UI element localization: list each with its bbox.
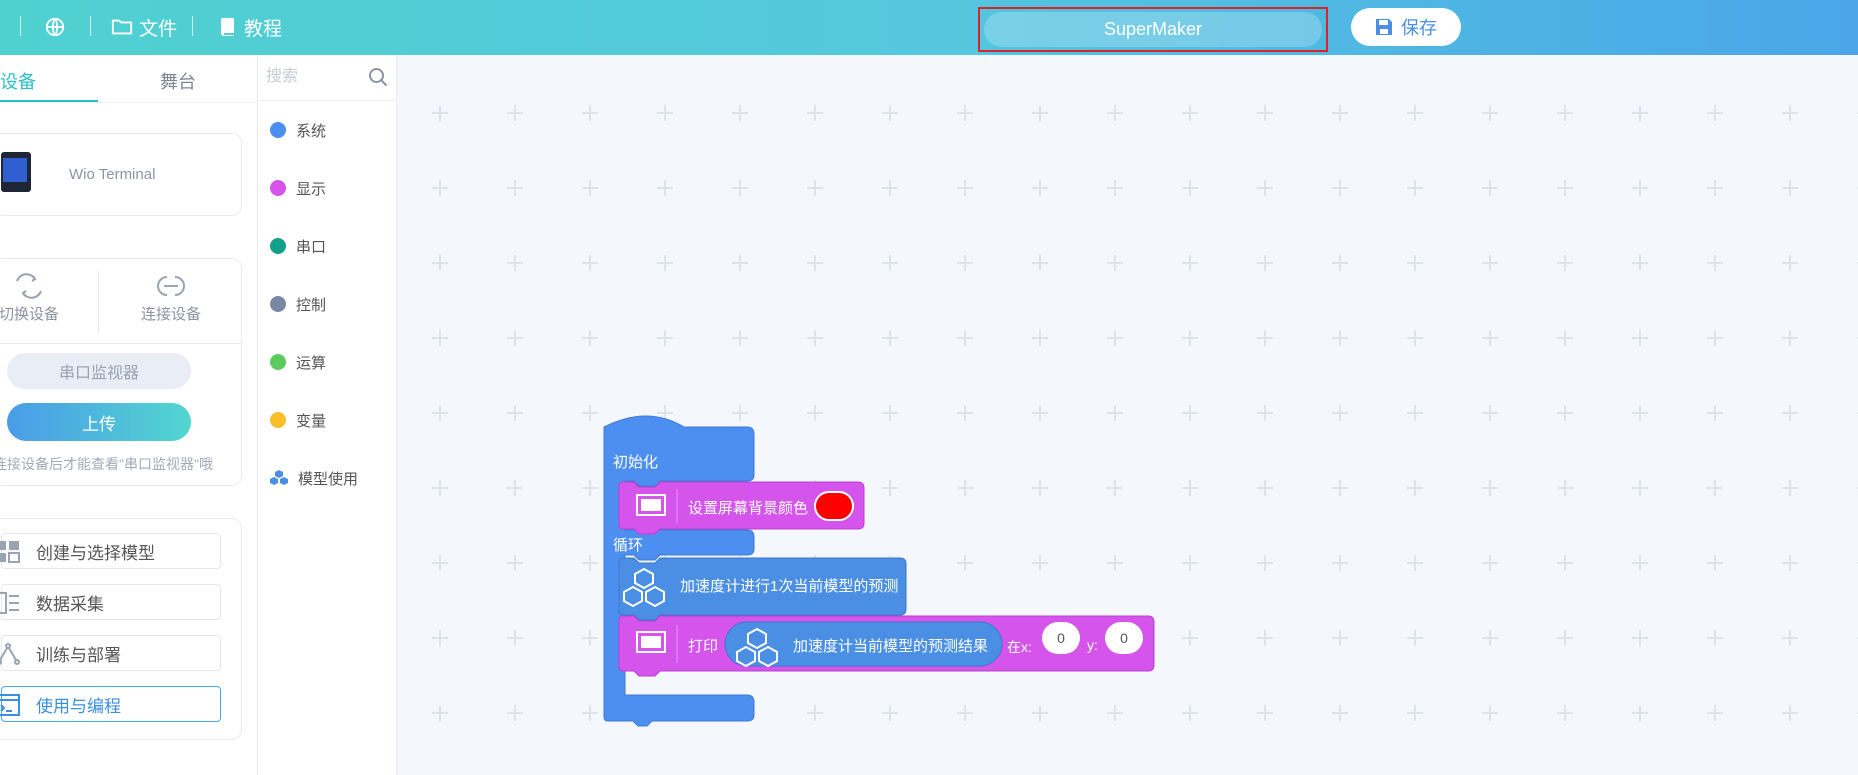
- cubes-icon: [270, 470, 288, 485]
- separator: [192, 16, 193, 36]
- language-button[interactable]: [44, 14, 72, 40]
- project-name-frame: SuperMaker: [978, 7, 1328, 52]
- search-icon[interactable]: [368, 67, 388, 87]
- category-color-dot: [270, 180, 286, 196]
- tab-device[interactable]: 设备: [0, 68, 36, 94]
- connect-device-label: 连接设备: [140, 306, 201, 323]
- set-background-color-label: 设置屏幕背景颜色: [688, 500, 809, 517]
- serial-monitor-button[interactable]: 串口监视器: [7, 353, 191, 389]
- data-icon: [0, 592, 19, 614]
- category-label: 运算: [296, 354, 327, 372]
- divider: [0, 343, 243, 344]
- save-button[interactable]: 保存: [1351, 8, 1461, 46]
- category-color-dot: [270, 412, 286, 428]
- upload-button[interactable]: 上传: [7, 403, 191, 441]
- workflow-steps-card: 创建与选择模型 数据采集 训练与部署 使用与编程: [0, 518, 242, 740]
- loop-label: 循环: [613, 537, 644, 554]
- device-name: Wio Terminal: [69, 166, 156, 183]
- category-color-dot: [270, 296, 286, 312]
- save-label: 保存: [1401, 18, 1437, 38]
- y-value-input[interactable]: 0: [1105, 622, 1143, 654]
- category-label: 控制: [296, 296, 327, 314]
- tab-divider: [0, 102, 258, 103]
- category-label: 变量: [296, 412, 327, 430]
- category-control[interactable]: 控制: [270, 292, 326, 316]
- print-label: 打印: [688, 638, 719, 655]
- connect-device-button[interactable]: 连接设备: [121, 273, 221, 324]
- category-color-dot: [270, 122, 286, 138]
- step-label: 训练与部署: [36, 645, 121, 665]
- book-icon: [221, 18, 234, 36]
- globe-icon: [45, 17, 65, 37]
- step-label: 数据采集: [36, 594, 104, 614]
- step-create-model[interactable]: 创建与选择模型: [0, 533, 221, 569]
- code-blocks: [603, 415, 1155, 727]
- project-name-input[interactable]: SuperMaker: [984, 12, 1322, 47]
- terminal-icon: [0, 694, 20, 716]
- step-train-deploy[interactable]: 训练与部署: [0, 635, 221, 671]
- link-icon: [157, 276, 185, 296]
- background-color-swatch[interactable]: [814, 491, 854, 521]
- floppy-disk-icon: [1376, 19, 1392, 35]
- divider: [98, 271, 99, 333]
- init-label: 初始化: [613, 454, 659, 471]
- folder-icon: [111, 19, 133, 35]
- code-workspace[interactable]: 初始化 设置屏幕背景颜色 循环 加速度计进行1次当前模型的预测 打印 加速度计当…: [397, 55, 1858, 775]
- category-operators[interactable]: 运算: [270, 350, 326, 374]
- switch-device-label: 切换设备: [0, 306, 59, 323]
- category-color-dot: [270, 238, 286, 254]
- tutorial-menu-label: 教程: [244, 18, 283, 40]
- separator: [20, 16, 21, 36]
- category-model-use[interactable]: 模型使用: [270, 466, 358, 490]
- tab-stage[interactable]: 舞台: [160, 68, 196, 94]
- at-x-label: 在x:: [1007, 639, 1032, 655]
- file-menu-label: 文件: [139, 18, 178, 40]
- category-system[interactable]: 系统: [270, 118, 326, 142]
- step-label: 使用与编程: [36, 696, 121, 716]
- category-label: 模型使用: [298, 470, 359, 488]
- tutorial-menu[interactable]: 教程: [220, 14, 282, 40]
- switch-device-button[interactable]: 切换设备: [0, 273, 79, 324]
- file-menu[interactable]: 文件: [111, 14, 177, 40]
- category-label: 系统: [296, 122, 327, 140]
- top-bar: 文件 教程 SuperMaker 保存: [0, 0, 1858, 55]
- x-value-input[interactable]: 0: [1042, 622, 1080, 654]
- category-label: 显示: [296, 180, 327, 198]
- device-image: [1, 152, 31, 192]
- device-card[interactable]: Wio Terminal: [0, 133, 242, 216]
- category-color-dot: [270, 354, 286, 370]
- y-label: y:: [1087, 637, 1098, 653]
- network-icon: [0, 643, 20, 665]
- category-serial[interactable]: 串口: [270, 234, 326, 258]
- prediction-result-label: 加速度计当前模型的预测结果: [793, 638, 989, 655]
- step-data-collection[interactable]: 数据采集: [0, 584, 221, 620]
- category-label: 串口: [296, 238, 327, 256]
- step-label: 创建与选择模型: [36, 543, 155, 563]
- connection-card: 切换设备 连接设备 串口监视器 上传 连接设备后才能查看"串口监视器"哦: [0, 258, 243, 486]
- left-tabs: 设备 舞台: [0, 55, 258, 103]
- connection-hint: 连接设备后才能查看"串口监视器"哦: [0, 456, 213, 472]
- block-search: [258, 55, 397, 101]
- search-input[interactable]: [266, 63, 356, 91]
- grid-icon: [0, 541, 20, 563]
- category-display[interactable]: 显示: [270, 176, 326, 200]
- predict-label: 加速度计进行1次当前模型的预测: [680, 578, 899, 595]
- separator: [90, 16, 91, 36]
- left-panel: 设备 舞台 Wio Terminal 切换设备 连接设备 串口监视器 上传 连接…: [0, 55, 258, 775]
- block-category-panel: 系统 显示 串口 控制 运算 变量 模型使用: [258, 55, 397, 775]
- step-use-program[interactable]: 使用与编程: [0, 686, 221, 722]
- category-variables[interactable]: 变量: [270, 408, 326, 432]
- switch-icon: [16, 273, 42, 299]
